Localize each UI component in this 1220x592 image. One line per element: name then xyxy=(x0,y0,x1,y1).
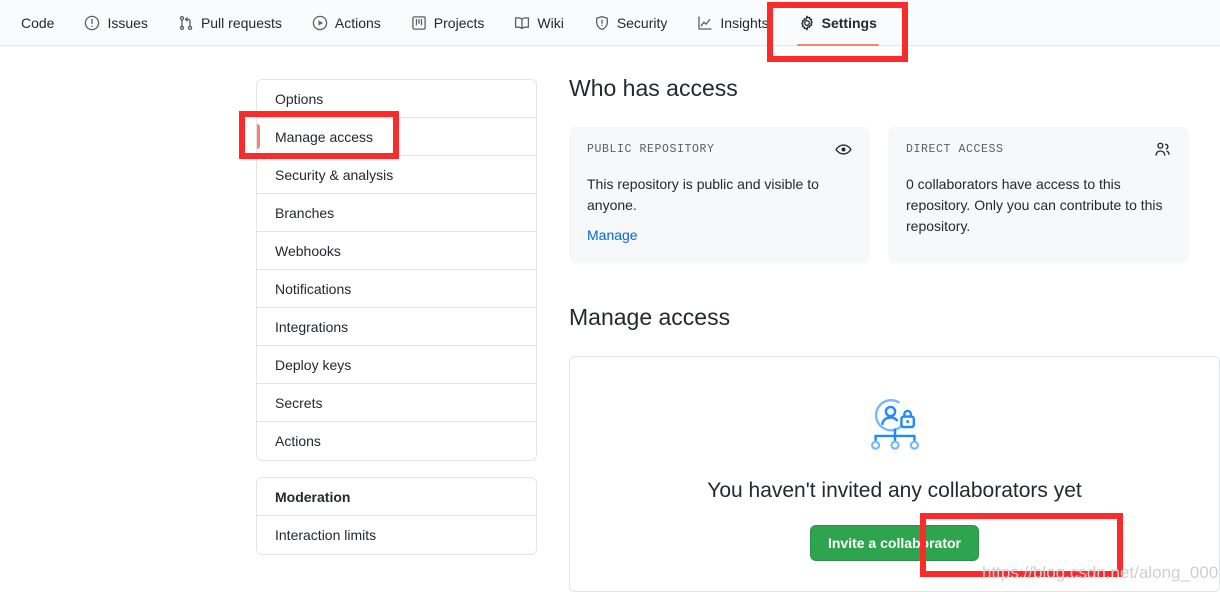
manage-visibility-link[interactable]: Manage xyxy=(587,227,638,243)
issue-opened-icon xyxy=(84,15,100,31)
public-repository-card: PUBLIC REPOSITORY This repository is pub… xyxy=(569,126,870,263)
sidebar-item-integrations[interactable]: Integrations xyxy=(257,308,536,346)
repo-navigation-bar: Code Issues Pull requests Actions Projec… xyxy=(0,0,1220,46)
nav-tab-settings[interactable]: Settings xyxy=(784,0,892,46)
nav-tab-code-label: Code xyxy=(21,14,55,31)
sidebar-item-webhooks-label: Webhooks xyxy=(275,242,341,259)
sidebar-item-deploy-keys-label: Deploy keys xyxy=(275,356,352,373)
sidebar-item-secrets[interactable]: Secrets xyxy=(257,384,536,422)
graph-icon xyxy=(697,15,713,31)
sidebar-item-security-and-analysis[interactable]: Security & analysis xyxy=(257,156,536,194)
public-repository-card-text: This repository is public and visible to… xyxy=(587,175,819,213)
nav-tab-code[interactable]: Code xyxy=(6,0,69,46)
empty-state-title: You haven't invited any collaborators ye… xyxy=(707,478,1082,502)
nav-tab-actions[interactable]: Actions xyxy=(297,0,396,46)
public-repository-card-header: PUBLIC REPOSITORY xyxy=(587,143,852,163)
direct-access-card-label: DIRECT ACCESS xyxy=(906,142,1004,156)
sidebar-item-manage-access[interactable]: Manage access xyxy=(257,118,536,156)
nav-tab-pull-requests[interactable]: Pull requests xyxy=(163,0,297,46)
invite-button-row: Invite a collaborator xyxy=(570,524,1219,561)
sidebar-heading-moderation: Moderation xyxy=(257,478,536,516)
public-repository-card-label: PUBLIC REPOSITORY xyxy=(587,142,715,156)
gear-icon xyxy=(799,15,815,31)
nav-tab-issues-label: Issues xyxy=(107,14,148,31)
nav-tab-projects[interactable]: Projects xyxy=(396,0,500,46)
sidebar-item-actions-label: Actions xyxy=(275,433,321,449)
who-has-access-heading: Who has access xyxy=(569,75,738,101)
nav-tab-wiki-label: Wiki xyxy=(537,14,564,31)
sidebar-item-interaction-limits[interactable]: Interaction limits xyxy=(257,516,536,554)
direct-access-card-header: DIRECT ACCESS xyxy=(906,141,1171,163)
nav-tab-projects-label: Projects xyxy=(433,14,485,31)
sidebar-item-notifications[interactable]: Notifications xyxy=(257,270,536,308)
settings-sidebar-group-moderation: Moderation Interaction limits xyxy=(256,477,537,555)
sidebar-item-notifications-label: Notifications xyxy=(275,280,352,297)
access-summary-cards: PUBLIC REPOSITORY This repository is pub… xyxy=(569,126,1220,263)
nav-tab-security-label: Security xyxy=(616,14,668,31)
person-lock-org-chart-illustration xyxy=(570,395,1219,457)
sidebar-heading-moderation-label: Moderation xyxy=(275,488,351,505)
direct-access-card: DIRECT ACCESS 0 collaborators have acces… xyxy=(888,126,1189,263)
sidebar-item-branches[interactable]: Branches xyxy=(257,194,536,232)
nav-tab-issues[interactable]: Issues xyxy=(69,0,162,46)
sidebar-item-interaction-limits-label: Interaction limits xyxy=(275,527,377,543)
sidebar-item-options[interactable]: Options xyxy=(257,80,536,118)
nav-tab-settings-label: Settings xyxy=(821,14,877,31)
sidebar-item-actions[interactable]: Actions xyxy=(257,422,536,460)
nav-tab-security[interactable]: Security xyxy=(579,0,683,46)
people-icon xyxy=(1154,141,1171,163)
nav-tab-actions-label: Actions xyxy=(334,14,381,31)
settings-main-content: Who has access PUBLIC REPOSITORY This re… xyxy=(569,74,1220,592)
nav-tab-wiki[interactable]: Wiki xyxy=(499,0,578,46)
nav-tab-pull-requests-label: Pull requests xyxy=(200,14,282,31)
invite-a-collaborator-button[interactable]: Invite a collaborator xyxy=(809,524,980,561)
sidebar-item-webhooks[interactable]: Webhooks xyxy=(257,232,536,270)
sidebar-item-secrets-label: Secrets xyxy=(275,394,323,411)
manage-access-heading: Manage access xyxy=(569,303,731,330)
sidebar-item-security-and-analysis-label: Security & analysis xyxy=(275,166,394,183)
sidebar-item-deploy-keys[interactable]: Deploy keys xyxy=(257,346,536,384)
direct-access-card-text: 0 collaborators have access to this repo… xyxy=(906,175,1163,234)
shield-icon xyxy=(594,15,610,31)
nav-tab-insights-label: Insights xyxy=(720,14,769,31)
play-icon xyxy=(312,15,328,31)
sidebar-item-integrations-label: Integrations xyxy=(275,318,349,335)
git-pull-request-icon xyxy=(178,15,194,31)
sidebar-item-branches-label: Branches xyxy=(275,204,335,221)
settings-sidebar: Options Manage access Security & analysi… xyxy=(256,79,537,555)
collaborators-empty-panel: You haven't invited any collaborators ye… xyxy=(569,355,1220,592)
sidebar-item-manage-access-label: Manage access xyxy=(275,128,374,145)
nav-tab-insights[interactable]: Insights xyxy=(682,0,783,46)
eye-icon xyxy=(835,141,852,163)
settings-sidebar-group-main: Options Manage access Security & analysi… xyxy=(256,79,537,461)
sidebar-item-options-label: Options xyxy=(275,90,324,107)
book-icon xyxy=(514,15,530,31)
project-board-icon xyxy=(411,15,427,31)
settings-page-body: Options Manage access Security & analysi… xyxy=(0,46,1220,592)
